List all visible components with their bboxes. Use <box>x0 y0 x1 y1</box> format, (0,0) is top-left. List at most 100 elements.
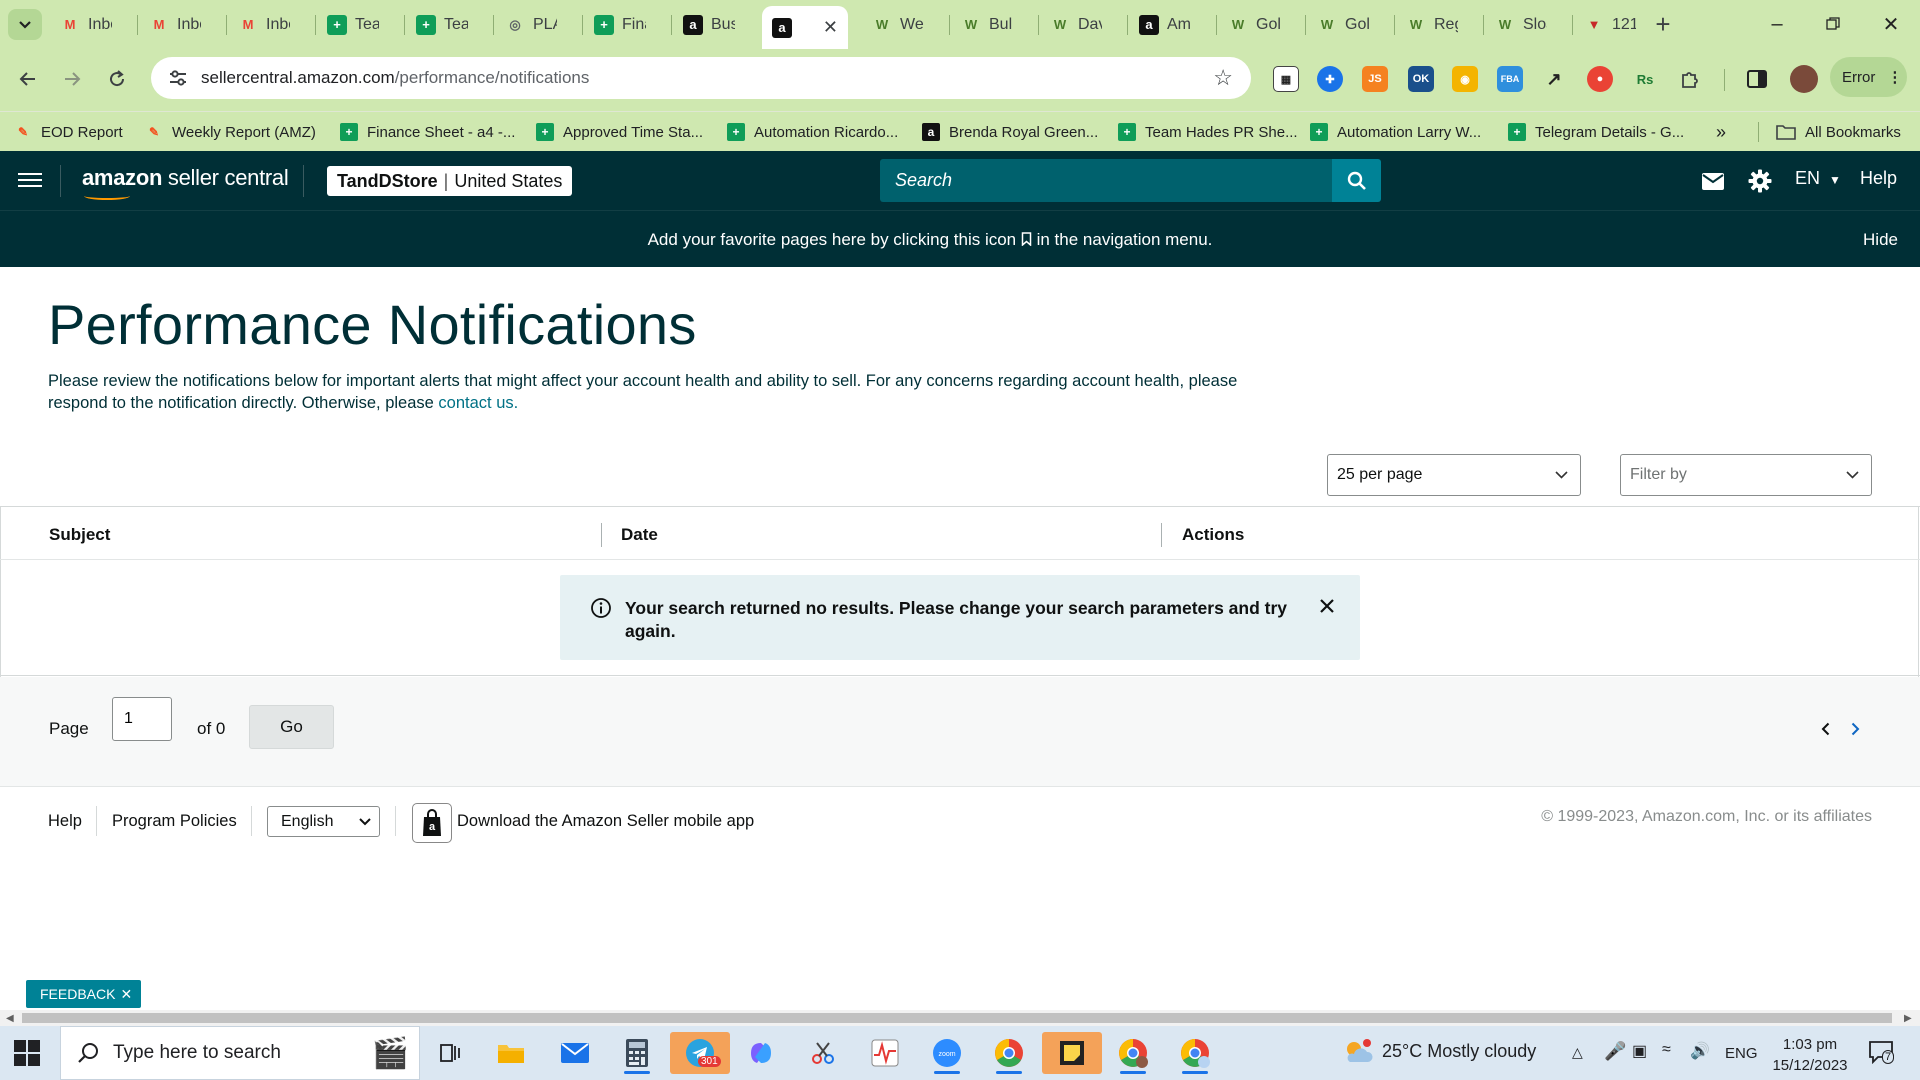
zoom-app-icon[interactable]: zoom <box>924 1032 970 1074</box>
windows-start-icon[interactable] <box>14 1040 40 1066</box>
cake-extension-icon[interactable]: ◉ <box>1452 66 1478 92</box>
next-page-button[interactable] <box>1845 719 1865 739</box>
hide-banner-link[interactable]: Hide <box>1863 230 1898 250</box>
weather-text[interactable]: 25°C Mostly cloudy <box>1382 1041 1536 1062</box>
program-policies-link[interactable]: Program Policies <box>112 812 237 831</box>
filter-by-select[interactable]: Filter by <box>1620 454 1872 496</box>
browser-tab[interactable]: W Gold <box>1218 8 1290 41</box>
search-button[interactable] <box>1332 159 1381 202</box>
mail-icon[interactable] <box>1700 168 1726 194</box>
hamburger-menu-icon[interactable] <box>18 169 42 191</box>
browser-tab[interactable]: a Business <box>673 8 745 41</box>
taskbar-search-box[interactable]: Type here to search 🎬 <box>60 1026 420 1080</box>
calculator-app-icon[interactable] <box>614 1032 660 1074</box>
arrow-extension-icon[interactable]: ↗ <box>1541 66 1567 92</box>
browser-tab[interactable]: a ✕ <box>762 6 848 49</box>
language-selector[interactable]: EN ▼ <box>1795 168 1841 189</box>
browser-tab[interactable]: ◎ PLAY <box>495 8 567 41</box>
scrollbar-thumb[interactable] <box>22 1013 1892 1023</box>
mail-app-icon[interactable] <box>552 1032 598 1074</box>
site-info-icon[interactable] <box>163 63 193 93</box>
footer-help-link[interactable]: Help <box>48 812 82 831</box>
previous-page-button[interactable] <box>1815 719 1835 739</box>
back-button[interactable] <box>10 61 46 97</box>
task-view-icon[interactable] <box>427 1032 473 1074</box>
browser-tab[interactable]: a Ama <box>1129 8 1201 41</box>
circle-extension-icon[interactable]: ● <box>1587 66 1613 92</box>
bookmark-item[interactable]: a Brenda Royal Green... <box>922 119 1098 145</box>
display-icon[interactable]: ▣ <box>1632 1041 1647 1061</box>
per-page-select[interactable]: 25 per page <box>1327 454 1581 496</box>
weather-icon[interactable] <box>1342 1038 1374 1071</box>
js-extension-icon[interactable]: JS <box>1362 66 1388 92</box>
close-icon[interactable] <box>1318 597 1336 615</box>
input-language[interactable]: ENG <box>1725 1045 1758 1062</box>
page-number-input[interactable] <box>112 697 172 741</box>
telegram-app-icon[interactable]: 301 <box>670 1032 730 1074</box>
settings-gear-icon[interactable] <box>1747 168 1773 194</box>
ok-extension-icon[interactable]: OK <box>1408 66 1434 92</box>
chrome-app-icon[interactable] <box>986 1032 1032 1074</box>
feedback-button[interactable]: FEEDBACK ✕ <box>26 980 141 1008</box>
contact-us-link[interactable]: contact us. <box>438 394 518 412</box>
snipping-tool-icon[interactable] <box>800 1032 846 1074</box>
horizontal-scrollbar[interactable]: ◀ ▶ <box>0 1010 1920 1026</box>
browser-tab[interactable]: + Finance <box>584 8 656 41</box>
activity-monitor-icon[interactable] <box>862 1032 908 1074</box>
restore-button[interactable] <box>1808 6 1858 42</box>
bookmark-item[interactable]: + Finance Sheet - a4 -... <box>340 119 515 145</box>
forward-button[interactable] <box>54 61 90 97</box>
bookmark-item[interactable]: ✎ Weekly Report (AMZ) <box>145 119 316 145</box>
bookmark-item[interactable]: + Automation Larry W... <box>1310 119 1481 145</box>
browser-tab[interactable]: W Web <box>862 8 934 41</box>
browser-tab[interactable]: W Gold <box>1307 8 1379 41</box>
footer-language-select[interactable]: English <box>267 806 380 837</box>
download-app-link[interactable]: Download the Amazon Seller mobile app <box>457 812 754 831</box>
reload-button[interactable] <box>99 61 135 97</box>
bookmark-item[interactable]: ✎ EOD Report <box>14 119 123 145</box>
more-bookmarks-button[interactable]: » <box>1716 119 1726 145</box>
browser-tab[interactable]: M Inbox <box>228 8 300 41</box>
help-link[interactable]: Help <box>1860 168 1897 189</box>
qr-code-extension-icon[interactable]: ▦ <box>1273 66 1299 92</box>
bookmark-item[interactable]: + Automation Ricardo... <box>727 119 898 145</box>
system-clock[interactable]: 1:03 pm 15/12/2023 <box>1768 1034 1852 1076</box>
bookmark-item[interactable]: + Approved Time Sta... <box>536 119 703 145</box>
sticky-notes-app-icon[interactable] <box>1042 1032 1102 1074</box>
volume-icon[interactable]: 🔊 <box>1690 1041 1710 1061</box>
close-window-button[interactable]: ✕ <box>1866 6 1916 42</box>
store-switcher[interactable]: TandDStore | United States <box>327 166 573 196</box>
bookmark-item[interactable]: + Team Hades PR She... <box>1118 119 1298 145</box>
show-hidden-icons-chevron-icon[interactable]: △ <box>1572 1044 1583 1061</box>
chrome-profile-2-app-icon[interactable] <box>1172 1032 1218 1074</box>
browser-tab[interactable]: M Inbox <box>50 8 122 41</box>
profile-avatar[interactable] <box>1790 65 1818 93</box>
rs-extension-icon[interactable]: Rs <box>1632 66 1658 92</box>
copilot-app-icon[interactable] <box>738 1032 784 1074</box>
bookmark-star-icon[interactable]: ☆ <box>1213 65 1233 91</box>
column-header-date[interactable]: Date <box>621 525 658 545</box>
browser-tab[interactable]: W Bulk <box>951 8 1023 41</box>
chrome-profile-app-icon[interactable] <box>1110 1032 1156 1074</box>
scroll-left-arrow[interactable]: ◀ <box>6 1013 14 1024</box>
notifications-icon[interactable]: 7 <box>1868 1040 1895 1069</box>
crosshair-extension-icon[interactable]: ✚ <box>1317 66 1343 92</box>
browser-tab[interactable]: W Reg <box>1396 8 1468 41</box>
tab-search-button[interactable] <box>8 9 42 40</box>
close-tab-icon[interactable]: ✕ <box>823 17 838 38</box>
browser-tab[interactable]: W Davi <box>1040 8 1112 41</box>
puzzle-extensions-icon[interactable] <box>1677 66 1703 92</box>
minimize-button[interactable]: – <box>1752 6 1802 42</box>
address-bar[interactable]: sellercentral.amazon.com/performance/not… <box>151 57 1251 99</box>
new-tab-button[interactable]: + <box>1648 10 1678 40</box>
amazon-seller-central-logo[interactable]: amazon seller central <box>82 165 289 200</box>
browser-tab[interactable]: ▼ 121 <box>1574 8 1646 41</box>
microphone-icon[interactable]: 🎤 <box>1604 1041 1626 1062</box>
all-bookmarks-button[interactable]: All Bookmarks <box>1776 119 1901 145</box>
side-panel-icon[interactable] <box>1744 66 1770 92</box>
wifi-icon[interactable]: ≈ <box>1662 1041 1671 1059</box>
browser-tab[interactable]: + Team <box>317 8 389 41</box>
go-button[interactable]: Go <box>249 705 334 749</box>
browser-tab[interactable]: + Team <box>406 8 478 41</box>
profile-error-button[interactable]: Error ⋮ <box>1830 57 1907 97</box>
